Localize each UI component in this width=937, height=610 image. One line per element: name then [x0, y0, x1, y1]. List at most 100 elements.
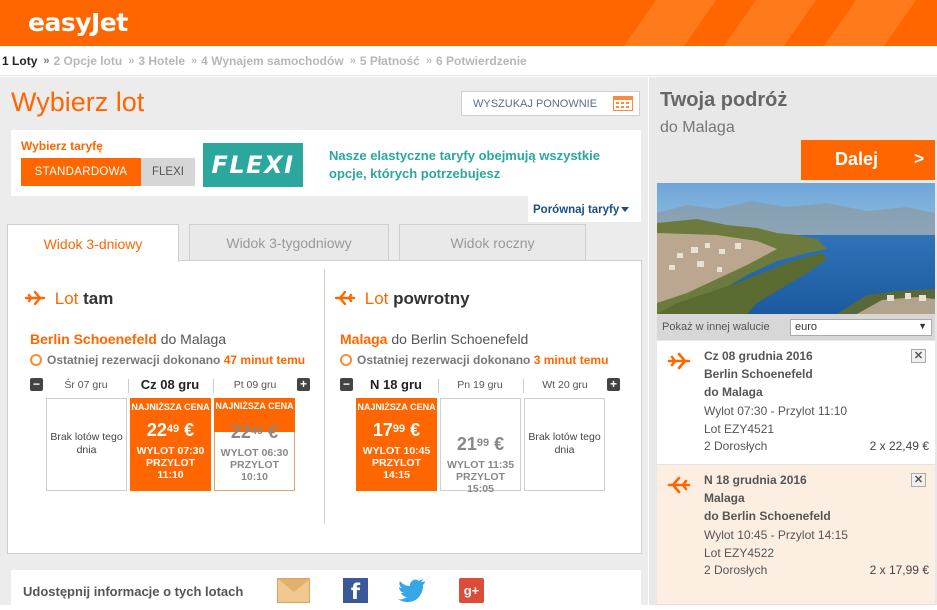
trip-times: Wylot 10:45 - Przylot 14:15: [704, 528, 848, 542]
return-heading: Lot powrotny: [334, 289, 470, 309]
compare-fares-link[interactable]: Porównaj taryfy: [528, 196, 641, 222]
chevron-down-icon: [621, 207, 630, 213]
outbound-heading: Lot tam: [24, 289, 113, 309]
trip-passengers: 2 Dorosłych: [704, 563, 768, 577]
trip-to: do Malaga: [704, 385, 763, 399]
twitter-icon[interactable]: [398, 578, 428, 603]
flight-times: WYLOT 10:45 PRZYLOT 14:15: [362, 445, 431, 481]
day-label: Śr 07 gru: [64, 379, 108, 391]
day-label: Pn 19 gru: [457, 379, 503, 391]
trip-flight-number: Lot EZY4522: [704, 546, 775, 560]
trip-total: 2 x 22,49 €: [869, 439, 929, 453]
step-separator-icon: »: [191, 54, 198, 67]
step-hotels: 3 Hotele: [138, 53, 186, 68]
flight-cell[interactable]: 2199 € WYLOT 11:35 PRZYLOT 15:05: [440, 398, 521, 495]
flight-price: 2249 €: [230, 422, 279, 442]
step-separator-icon: »: [43, 54, 50, 67]
flight-cell-selected[interactable]: NAJNIŻSZA CENA 2249 € WYLOT 07:30 PRZYLOT…: [130, 398, 211, 491]
return-last-booked: Ostatniej rezerwacji dokonano 3 minut te…: [340, 353, 608, 367]
step-separator-icon: »: [349, 54, 356, 67]
trip-flight-number: Lot EZY4521: [704, 422, 775, 436]
trip-from: Berlin Schoenefeld: [704, 367, 813, 381]
step-flight-options: 2 Opcje lotu: [53, 53, 123, 68]
flexi-description: Nasze elastyczne taryfy obejmują wszystk…: [329, 148, 600, 181]
tab-3-day-view[interactable]: Widok 3-dniowy: [7, 224, 179, 262]
step-separator-icon: »: [425, 54, 432, 67]
outbound-route: Berlin Schoenefeld do Malaga: [30, 331, 227, 347]
step-confirmation: 6 Potwierdzenie: [435, 53, 527, 68]
share-label: Udostępnij informacje o tych lotach: [23, 584, 244, 599]
next-day-button[interactable]: +: [297, 378, 310, 391]
fare-label: Wybierz taryfę: [21, 139, 103, 153]
continue-button[interactable]: Dalej >: [801, 140, 935, 180]
return-route: Malaga do Berlin Schoenefeld: [340, 331, 529, 347]
trip-to: do Berlin Schoenefeld: [704, 509, 831, 523]
chevron-right-icon: >: [914, 149, 924, 168]
flight-times: WYLOT 07:30 PRZYLOT 11:10: [136, 445, 205, 481]
step-payment: 5 Płatność: [359, 53, 420, 68]
flight-price: 1799 €: [372, 420, 421, 440]
header-bar: easyJet: [0, 0, 937, 46]
page-title: Wybierz lot: [11, 87, 145, 117]
trip-date: N 18 grudnia 2016: [704, 473, 807, 487]
trip-summary-sidebar: Twoja podróż do Malaga Dalej > Pokaż w i…: [649, 77, 937, 605]
lowest-price-badge: NAJNIŻSZA CENA: [215, 401, 294, 411]
day-label-selected: Cz 08 gru: [140, 377, 200, 392]
flight-cell[interactable]: NAJNIŻSZA CENA 2249 € WYLOT 06:30 PRZYLOT…: [214, 398, 295, 491]
outbound-leg: Lot tam Berlin Schoenefeld do Malaga Ost…: [8, 261, 310, 551]
plane-return-icon: [667, 476, 691, 494]
outbound-day-selector: − Śr 07 gru Cz 08 gru Pt 09 gru +: [30, 377, 310, 395]
currency-select[interactable]: euro: [790, 319, 932, 336]
flexi-logo: FLEXI: [203, 143, 303, 187]
easyjet-logo[interactable]: easyJet: [28, 8, 128, 37]
trip-return-summary: N 18 grudnia 2016 Malaga do Berlin Schoe…: [657, 465, 935, 605]
sidebar-destination: do Malaga: [660, 119, 735, 136]
booking-steps: 1 Loty » 2 Opcje lotu » 3 Hotele » 4 Wyn…: [0, 46, 937, 76]
flight-times: WYLOT 06:30 PRZYLOT 10:10: [220, 447, 289, 483]
flight-times: WYLOT 11:35 PRZYLOT 15:05: [446, 459, 515, 495]
search-again-button[interactable]: WYSZUKAJ PONOWNIE: [461, 91, 640, 116]
step-separator-icon: »: [128, 54, 135, 67]
trip-outbound-summary: Cz 08 grudnia 2016 Berlin Schoenefeld do…: [657, 341, 935, 465]
close-icon[interactable]: ✕: [911, 349, 926, 363]
step-flights[interactable]: 1 Loty: [2, 54, 37, 68]
sidebar-title: Twoja podróż: [660, 89, 788, 111]
flight-price: 2249 €: [146, 420, 195, 440]
fare-flexi-button[interactable]: FLEXI: [141, 158, 195, 186]
facebook-icon[interactable]: f: [343, 578, 368, 604]
close-icon[interactable]: ✕: [911, 473, 926, 487]
share-section: Udostępnij informacje o tych lotach f g+: [11, 570, 641, 610]
trip-times: Wylot 07:30 - Przylot 11:10: [704, 404, 848, 418]
flight-cell-empty: Brak lotów tego dnia: [524, 398, 605, 491]
lowest-price-badge: NAJNIŻSZA CENA: [357, 402, 436, 412]
step-car-hire: 4 Wynajem samochodów: [201, 53, 344, 68]
tab-year-view[interactable]: Widok roczny: [399, 224, 586, 260]
google-plus-icon[interactable]: g+: [459, 578, 484, 603]
destination-photo: [657, 183, 935, 314]
email-icon[interactable]: [277, 578, 310, 603]
return-leg: Lot powrotny Malaga do Berlin Schoenefel…: [318, 261, 620, 551]
currency-label: Pokaż w innej walucie: [662, 321, 770, 333]
day-label: Wt 20 gru: [542, 379, 588, 391]
plane-return-icon: [334, 290, 356, 306]
alarm-clock-icon: [30, 354, 42, 366]
plane-departure-icon: [24, 290, 46, 306]
alarm-clock-icon: [340, 354, 352, 366]
trip-total: 2 x 17,99 €: [869, 563, 929, 577]
return-day-selector: − N 18 gru Pn 19 gru Wt 20 gru +: [340, 377, 620, 395]
day-label-selected: N 18 gru: [369, 377, 422, 392]
fare-standard-button[interactable]: STANDARDOWA: [21, 158, 141, 186]
plane-departure-icon: [667, 352, 691, 370]
tab-3-week-view[interactable]: Widok 3-tygodniowy: [189, 224, 389, 260]
flight-price: 2199 €: [456, 434, 505, 454]
trip-from: Malaga: [704, 491, 745, 505]
flight-selection: Wybierz lot WYSZUKAJ PONOWNIE Wybierz ta…: [0, 77, 648, 610]
outbound-last-booked: Ostatniej rezerwacji dokonano 47 minut t…: [30, 353, 305, 367]
previous-day-button[interactable]: −: [30, 378, 43, 391]
previous-day-button[interactable]: −: [340, 378, 353, 391]
flight-cell-selected[interactable]: NAJNIŻSZA CENA 1799 € WYLOT 10:45 PRZYLOT…: [356, 398, 437, 491]
lowest-price-badge: NAJNIŻSZA CENA: [131, 402, 210, 412]
flight-results-panel: Lot tam Berlin Schoenefeld do Malaga Ost…: [7, 260, 642, 554]
day-label: Pt 09 gru: [233, 379, 277, 391]
next-day-button[interactable]: +: [607, 378, 620, 391]
